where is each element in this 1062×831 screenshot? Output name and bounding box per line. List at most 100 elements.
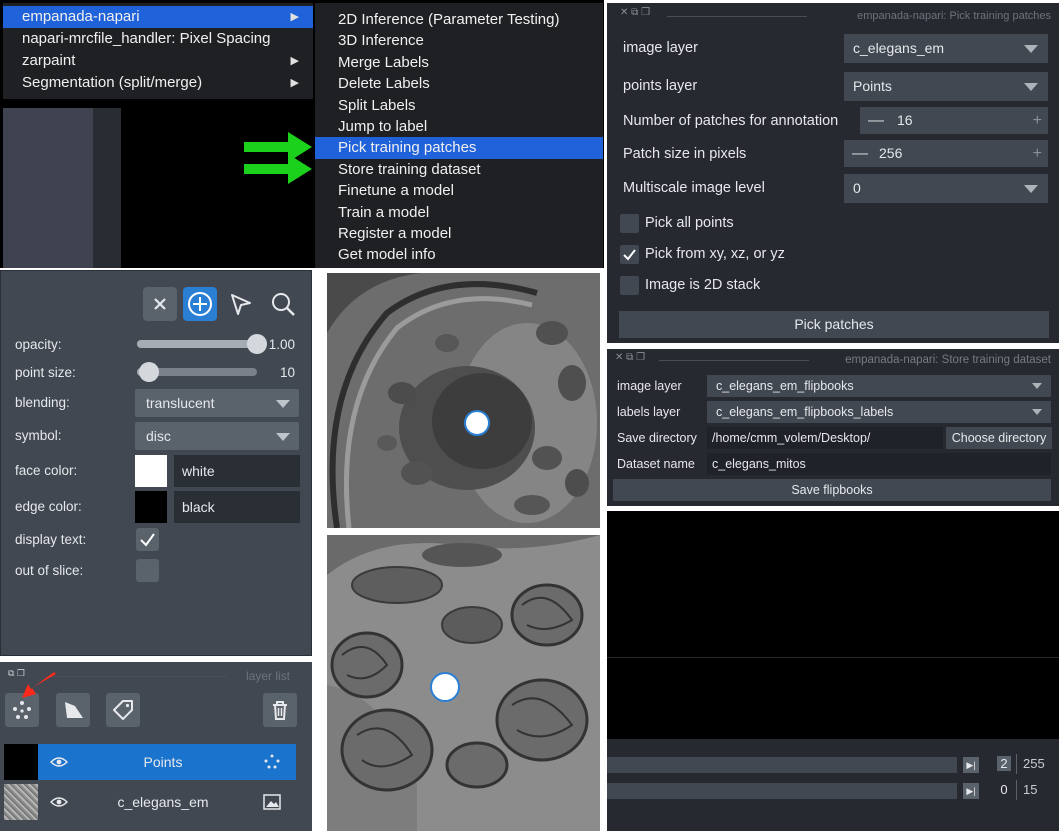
minus-icon[interactable]: — — [868, 107, 884, 134]
new-labels-layer-button[interactable] — [106, 693, 140, 727]
symbol-select[interactable]: disc — [135, 422, 299, 450]
layer-row-body[interactable]: c_elegans_em — [38, 784, 296, 820]
submenu-item-2d-inference[interactable]: 2D Inference (Parameter Testing) — [315, 9, 603, 30]
checkmark-icon — [623, 249, 636, 261]
multiscale-select[interactable]: 0 — [844, 174, 1048, 203]
image-layer-select[interactable]: c_elegans_em — [844, 34, 1048, 63]
delete-points-button[interactable] — [143, 287, 177, 321]
canvas-area — [607, 511, 1059, 649]
dock-close-float-icon[interactable]: ✕ ⧉ ❐ — [615, 352, 645, 363]
submenu-item-register-model[interactable]: Register a model — [315, 223, 603, 244]
store-training-dataset-widget: ✕ ⧉ ❐ empanada-napari: Store training da… — [607, 349, 1059, 506]
layer-row-body[interactable]: Points — [38, 744, 296, 780]
layer-name: Points — [143, 754, 183, 770]
submenu-item-store-training-dataset[interactable]: Store training dataset — [315, 159, 603, 180]
selected-point-marker[interactable] — [464, 410, 490, 436]
pick-xyz-checkbox[interactable] — [620, 245, 639, 264]
dim-divider — [1016, 754, 1017, 774]
edge-color-field[interactable]: black — [174, 491, 300, 523]
layer-row-points[interactable]: Points — [0, 744, 296, 780]
multiscale-label: Multiscale image level — [623, 180, 765, 196]
add-points-button[interactable] — [183, 287, 217, 321]
submenu-item-label: Merge Labels — [338, 53, 429, 71]
canvas-overlay — [607, 659, 1059, 739]
save-directory-value: /home/cmm_volem/Desktop/ — [712, 431, 871, 445]
menu-item-empanada-napari[interactable]: empanada-napari ▶ — [3, 6, 313, 28]
submenu-item-pick-training-patches[interactable]: Pick training patches — [315, 137, 603, 159]
menu-item-zarpaint[interactable]: zarpaint ▶ — [3, 50, 313, 72]
submenu-item-label: Split Labels — [338, 96, 416, 114]
select-points-button[interactable] — [224, 287, 258, 321]
em-image-view-top — [327, 273, 600, 528]
image-layer-label: image layer — [623, 40, 698, 56]
submenu-item-merge-labels[interactable]: Merge Labels — [315, 52, 603, 73]
is-2d-stack-checkbox[interactable] — [620, 276, 639, 295]
opacity-label: opacity: — [15, 337, 62, 352]
widget-title: empanada-napari: Store training dataset — [845, 354, 1051, 366]
submenu-item-get-model-info[interactable]: Get model info — [315, 244, 603, 265]
submenu-item-3d-inference[interactable]: 3D Inference — [315, 30, 603, 51]
pick-all-label: Pick all points — [645, 215, 734, 231]
display-text-checkbox[interactable] — [136, 528, 159, 551]
play-icon[interactable]: ▶| — [963, 783, 979, 799]
patch-size-value: 256 — [879, 145, 903, 161]
menu-item-label: zarpaint — [22, 52, 76, 69]
submenu-item-label: Get model info — [338, 246, 436, 264]
num-patches-spinbox[interactable]: — 16 + — [860, 107, 1048, 134]
em-image-view-bottom — [327, 535, 600, 831]
submenu-item-delete-labels[interactable]: Delete Labels — [315, 73, 603, 94]
out-of-slice-checkbox[interactable] — [136, 559, 159, 582]
viewer-background-strip — [93, 108, 121, 268]
num-patches-value: 16 — [897, 112, 913, 128]
menu-item-label: Segmentation (split/merge) — [22, 74, 203, 91]
dim-1-value[interactable]: 0 — [997, 782, 1011, 797]
patch-size-spinbox[interactable]: — 256 + — [844, 140, 1048, 167]
new-shapes-layer-button[interactable] — [56, 693, 90, 727]
selected-point-marker[interactable] — [430, 672, 460, 702]
dim-slider-1[interactable] — [607, 783, 957, 799]
submenu-item-label: Register a model — [338, 225, 452, 242]
is-2d-stack-label: Image is 2D stack — [645, 277, 761, 293]
chevron-down-icon — [276, 433, 290, 441]
choose-directory-button[interactable]: Choose directory — [946, 427, 1052, 449]
layer-thumbnail — [4, 784, 38, 820]
pan-zoom-button[interactable] — [266, 287, 300, 321]
submenu-item-jump-to-label[interactable]: Jump to label — [315, 116, 603, 137]
eye-icon[interactable] — [50, 756, 68, 768]
plus-icon[interactable]: + — [1033, 107, 1042, 134]
image-layer-label: image layer — [617, 379, 682, 393]
dim-slider-0[interactable] — [607, 757, 957, 773]
submenu-item-train-model[interactable]: Train a model — [315, 202, 603, 223]
menu-item-segmentation[interactable]: Segmentation (split/merge) ▶ — [3, 72, 313, 94]
opacity-slider-handle[interactable] — [247, 334, 267, 354]
labels-layer-select[interactable]: c_elegans_em_flipbooks_labels — [707, 401, 1051, 423]
pick-patches-button[interactable]: Pick patches — [619, 311, 1049, 338]
submenu-item-finetune-model[interactable]: Finetune a model — [315, 180, 603, 201]
dataset-name-field[interactable]: c_elegans_mitos — [707, 453, 1051, 475]
dock-close-float-icon[interactable]: ✕ ⧉ ❐ — [620, 7, 650, 18]
pick-all-checkbox[interactable] — [620, 214, 639, 233]
eye-icon[interactable] — [50, 796, 68, 808]
menu-item-mrcfile-handler[interactable]: napari-mrcfile_handler: Pixel Spacing — [3, 28, 313, 50]
image-layer-select[interactable]: c_elegans_em_flipbooks — [707, 375, 1051, 397]
image-layer-value: c_elegans_em — [853, 40, 945, 56]
blending-select[interactable]: translucent — [135, 389, 299, 417]
dim-0-value[interactable]: 2 — [997, 756, 1011, 771]
face-color-swatch[interactable] — [135, 455, 167, 487]
layer-row-c-elegans-em[interactable]: c_elegans_em — [0, 784, 296, 820]
viewer-canvas: ▶| 2 255 ▶| 0 15 — [607, 511, 1059, 831]
plus-icon[interactable]: + — [1033, 140, 1042, 167]
menu-item-label: empanada-napari — [22, 8, 140, 25]
play-icon[interactable]: ▶| — [963, 757, 979, 773]
zoom-icon — [272, 293, 295, 316]
edge-color-swatch[interactable] — [135, 491, 167, 523]
points-layer-select[interactable]: Points — [844, 72, 1048, 101]
face-color-field[interactable]: white — [174, 455, 300, 487]
labels-layer-value: c_elegans_em_flipbooks_labels — [716, 405, 894, 419]
delete-layer-button[interactable] — [263, 693, 297, 727]
minus-icon[interactable]: — — [852, 140, 868, 167]
save-directory-field[interactable]: /home/cmm_volem/Desktop/ — [707, 427, 943, 449]
save-flipbooks-button[interactable]: Save flipbooks — [613, 479, 1051, 501]
submenu-item-split-labels[interactable]: Split Labels — [315, 95, 603, 116]
point-size-slider-handle[interactable] — [139, 362, 159, 382]
